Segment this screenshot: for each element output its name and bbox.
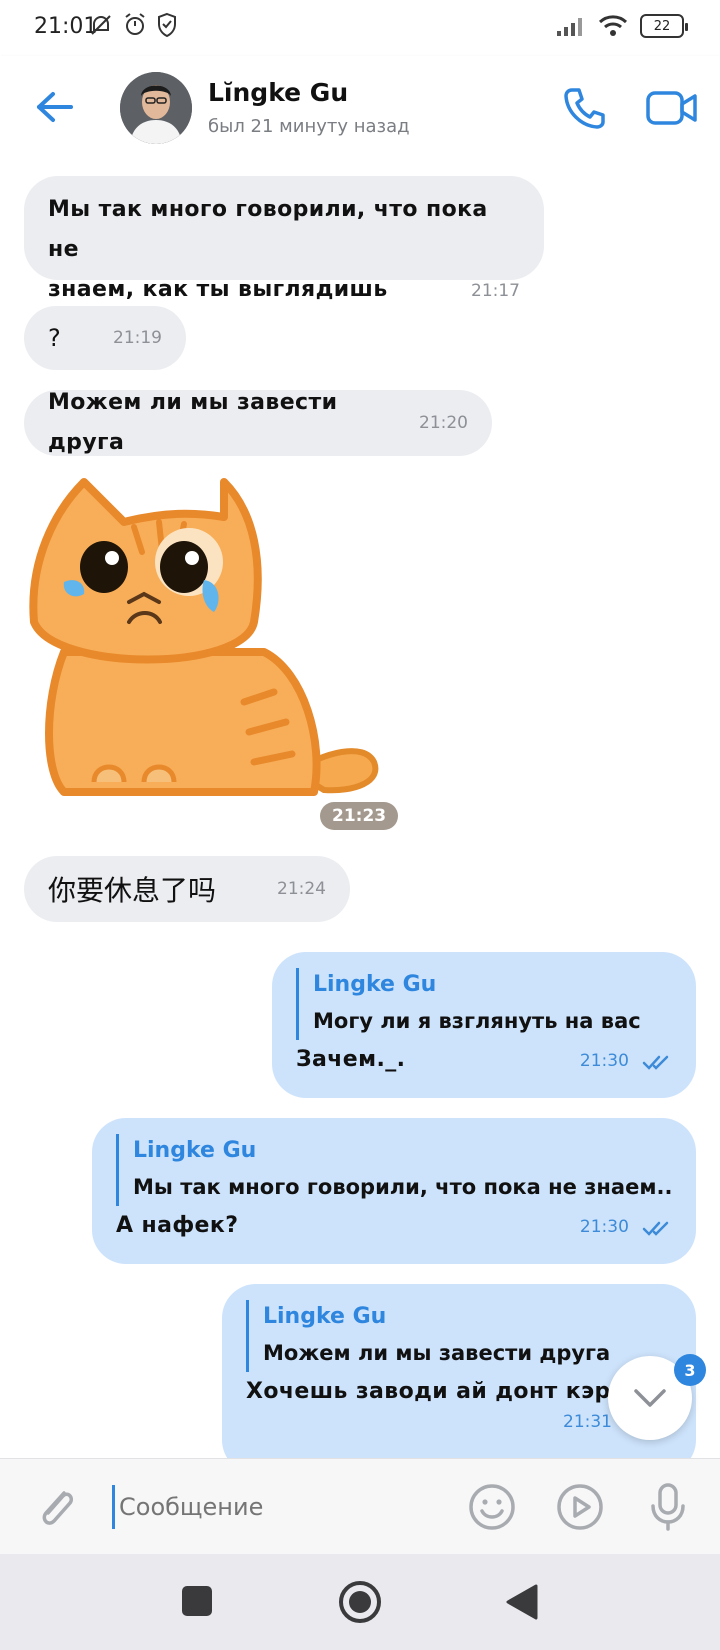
message-meta: 21:31 xyxy=(246,1412,672,1432)
message-time: 21:17 xyxy=(471,281,520,301)
unread-count-badge: 3 xyxy=(674,1354,706,1386)
message-bubble-outgoing[interactable]: Lingke Gu Могу ли я взглянуть на вас Зач… xyxy=(272,952,696,1098)
battery-level: 22 xyxy=(653,18,671,34)
phone-icon xyxy=(564,88,605,129)
alarm-icon xyxy=(125,13,145,35)
reply-text: Можем ли мы завести друга xyxy=(263,1341,611,1365)
message-bubble-incoming[interactable]: 你要休息了吗 21:24 xyxy=(24,856,350,922)
reply-quote[interactable]: Lingke Gu Мы так много говорили, что пок… xyxy=(116,1134,672,1206)
reply-text: Могу ли я взглянуть на вас xyxy=(313,1009,641,1033)
status-right-icons: 22 xyxy=(556,14,688,38)
message-time: 21:30 xyxy=(579,1217,629,1237)
home-icon[interactable] xyxy=(338,1580,382,1624)
message-bubble-incoming[interactable]: ? 21:19 xyxy=(24,306,186,370)
reply-author: Lingke Gu xyxy=(133,1138,257,1163)
reply-text: Мы так много говорили, что пока не знаем… xyxy=(133,1175,672,1199)
message-text: 你要休息了吗 xyxy=(48,874,217,907)
muted-bell-icon xyxy=(91,15,111,35)
message-text: А нафек? xyxy=(116,1213,239,1238)
status-bar: 21:01 22 xyxy=(0,0,720,56)
double-check-icon xyxy=(642,1221,669,1236)
emoji-button[interactable] xyxy=(466,1481,518,1533)
battery-indicator: 22 xyxy=(640,14,688,38)
reply-author: Lingke Gu xyxy=(263,1304,387,1329)
chat-header: Lĭngke Gu был 21 минуту назад xyxy=(0,56,720,162)
contact-name[interactable]: Lĭngke Gu xyxy=(208,78,348,107)
message-time: 21:20 xyxy=(419,413,468,433)
message-time: 21:30 xyxy=(579,1051,629,1071)
message-time: 21:19 xyxy=(113,328,162,348)
shield-icon xyxy=(158,12,176,38)
message-bubble-incoming[interactable]: Мы так много говорили, что пока не знаем… xyxy=(24,176,544,302)
message-time: 21:31 xyxy=(563,1412,612,1432)
message-text: Можем ли мы завести друга xyxy=(48,390,338,455)
nav-back-icon[interactable] xyxy=(504,1582,540,1622)
double-check-icon xyxy=(642,1055,669,1070)
play-circle-icon xyxy=(557,1484,603,1530)
message-meta: 21:30 xyxy=(580,1217,672,1237)
message-composer xyxy=(0,1458,720,1554)
status-left-icons xyxy=(88,12,178,38)
reply-quote[interactable]: Lingke Gu Можем ли мы завести друга xyxy=(246,1300,672,1372)
avatar[interactable] xyxy=(120,72,192,144)
reply-author: Lingke Gu xyxy=(313,972,437,997)
message-meta: 21:30 xyxy=(580,1051,672,1071)
signal-icon xyxy=(557,18,582,36)
message-text-line: Мы так много говорили, что пока не xyxy=(48,197,488,262)
wifi-icon xyxy=(598,15,628,36)
avatar-image xyxy=(120,72,192,144)
back-button[interactable] xyxy=(30,82,80,132)
paperclip-icon xyxy=(42,1491,74,1525)
last-seen-status: был 21 минуту назад xyxy=(208,116,410,137)
microphone-icon xyxy=(651,1483,685,1531)
system-navigation-bar xyxy=(0,1554,720,1650)
video-call-button[interactable] xyxy=(642,80,702,136)
message-text: Зачем._. xyxy=(296,1047,406,1072)
attach-button[interactable] xyxy=(30,1481,82,1533)
voice-call-button[interactable] xyxy=(556,80,612,136)
message-time: 21:24 xyxy=(277,879,326,899)
message-bubble-incoming[interactable]: Можем ли мы завести друга 21:20 xyxy=(24,390,492,456)
message-text-line: знаем, как ты выглядишь xyxy=(48,277,388,302)
reply-quote[interactable]: Lingke Gu Могу ли я взглянуть на вас xyxy=(296,968,672,1040)
message-bubble-outgoing[interactable]: Lingke Gu Мы так много говорили, что пок… xyxy=(92,1118,696,1264)
emoji-icon xyxy=(469,1484,515,1530)
message-list[interactable]: Мы так много говорили, что пока не знаем… xyxy=(0,162,720,1458)
video-camera-icon xyxy=(646,91,697,125)
sticker-crying-cat[interactable] xyxy=(24,472,394,812)
sticker-time: 21:23 xyxy=(320,802,399,830)
message-input[interactable] xyxy=(112,1485,442,1529)
voice-message-button[interactable] xyxy=(642,1481,694,1533)
message-text: ? xyxy=(48,324,62,352)
chevron-down-icon xyxy=(634,1389,666,1407)
video-message-button[interactable] xyxy=(554,1481,606,1533)
recent-apps-icon[interactable] xyxy=(180,1584,214,1618)
back-arrow-icon xyxy=(37,92,73,122)
